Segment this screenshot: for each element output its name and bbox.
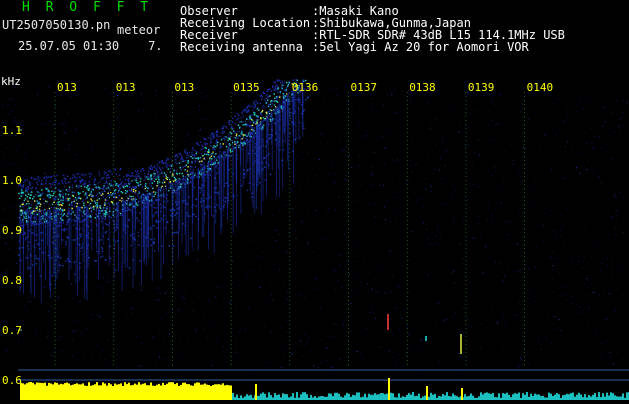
y-axis-unit: kHz xyxy=(1,76,21,87)
file-name: UT2507050130.pn xyxy=(2,19,110,31)
x-tick-label: 0138 xyxy=(409,81,436,94)
field-value-antenna: :5el Yagi Az 20 for Aomori VOR xyxy=(312,41,529,53)
x-tick-label: 0139 xyxy=(468,81,495,94)
event-tag: meteor xyxy=(117,24,160,36)
spectrogram-canvas: 013 013 013 0135 0136 0137 0138 0139 0140 1.1 1.0 0… xyxy=(0,78,629,400)
x-tick-label: 013 xyxy=(116,81,136,94)
x-tick-label: 0135 xyxy=(233,81,260,94)
y-tick-label: 0.6 xyxy=(2,374,22,387)
header-panel: H R O F F T UT2507050130.pn meteor 25.07… xyxy=(0,0,629,78)
count-label: 7. xyxy=(148,39,162,53)
time-label: 01:30 xyxy=(83,39,119,53)
field-key-antenna: Receiving antenna xyxy=(180,41,303,53)
spectrogram-panel: 013 013 013 0135 0136 0137 0138 0139 0140 1.1 1.0 0… xyxy=(0,78,629,400)
x-tick-label: 013 xyxy=(57,81,77,94)
timestamp: 25.07.05 01:30 7. xyxy=(18,40,163,52)
x-tick-label: 0136 xyxy=(292,81,319,94)
app-brand: H R O F F T xyxy=(22,2,152,14)
y-tick-label: 0.9 xyxy=(2,224,22,237)
x-tick-label: 0137 xyxy=(351,81,378,94)
y-tick-label: 1.0 xyxy=(2,174,22,187)
y-tick-label: 0.8 xyxy=(2,274,22,287)
x-tick-label: 0140 xyxy=(527,81,554,94)
y-tick-label: 0.7 xyxy=(2,324,22,337)
y-tick-label: 1.1 xyxy=(2,124,22,137)
x-tick-label: 013 xyxy=(174,81,194,94)
date-label: 25.07.05 xyxy=(18,39,76,53)
